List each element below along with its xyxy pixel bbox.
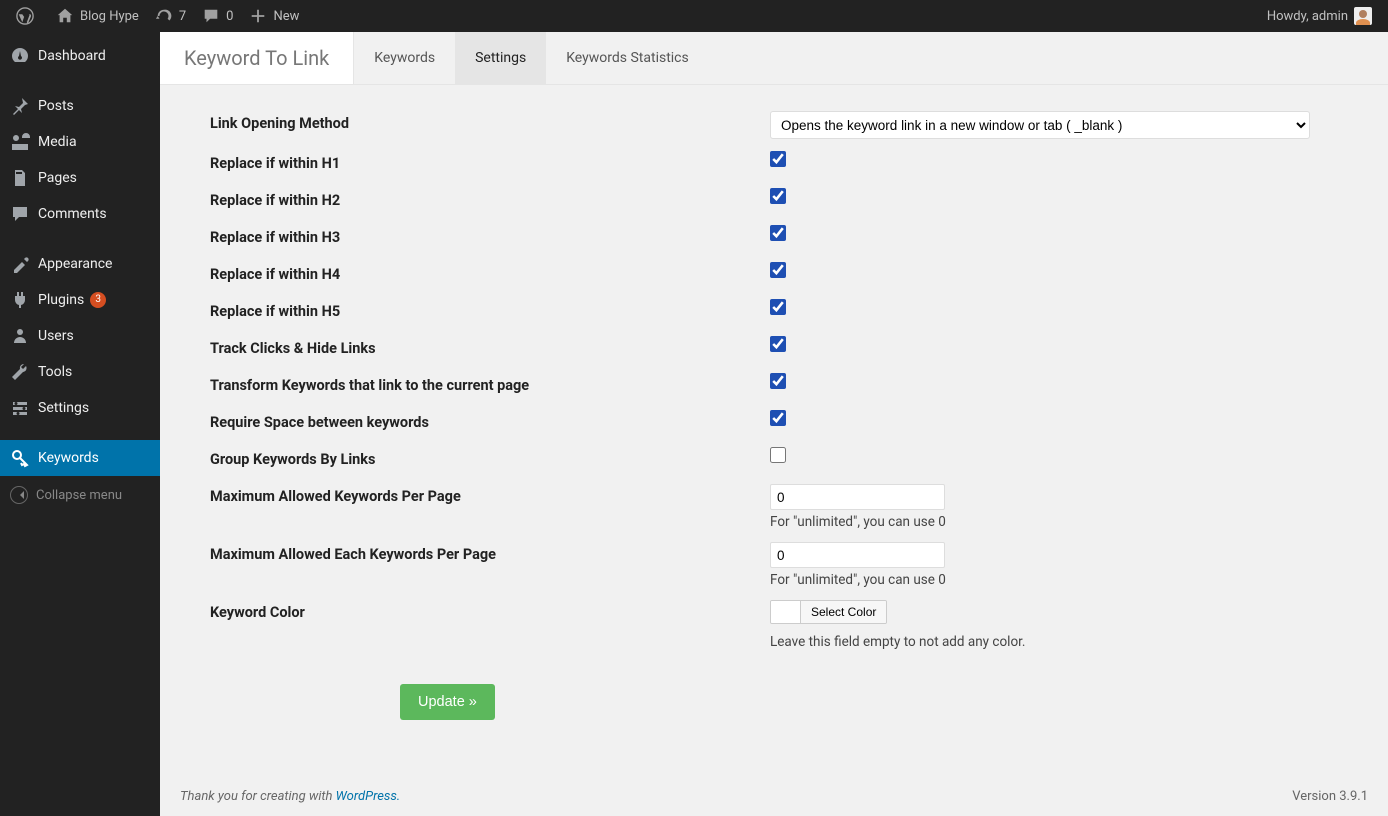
site-name-text: Blog Hype xyxy=(80,9,139,24)
color-desc: Leave this field empty to not add any co… xyxy=(770,634,1358,650)
track-label: Track Clicks & Hide Links xyxy=(210,330,770,367)
max-per-page-input[interactable] xyxy=(770,484,945,510)
new-label: New xyxy=(273,9,299,24)
wordpress-icon xyxy=(16,7,34,25)
h5-label: Replace if within H5 xyxy=(210,293,770,330)
page-header: Keyword To Link Keywords Settings Keywor… xyxy=(160,32,1388,85)
avatar xyxy=(1354,7,1372,25)
collapse-menu-button[interactable]: Collapse menu xyxy=(0,476,160,514)
menu-keywords[interactable]: Keywords xyxy=(0,440,160,476)
plus-icon xyxy=(249,7,267,25)
tab-keywords[interactable]: Keywords xyxy=(354,32,455,84)
site-name-menu[interactable]: Blog Hype xyxy=(48,0,147,32)
h5-checkbox[interactable] xyxy=(770,299,786,315)
admin-toolbar: Blog Hype 7 0 New Howdy, admin xyxy=(0,0,1388,32)
update-icon xyxy=(155,7,173,25)
comments-count: 0 xyxy=(226,9,233,24)
key-icon xyxy=(10,448,30,468)
h2-checkbox[interactable] xyxy=(770,188,786,204)
max-per-page-desc: For "unlimited", you can use 0 xyxy=(770,514,1358,530)
menu-dashboard[interactable]: Dashboard xyxy=(0,38,160,74)
tab-statistics[interactable]: Keywords Statistics xyxy=(546,32,709,84)
tab-settings[interactable]: Settings xyxy=(455,32,546,84)
wp-logo-menu[interactable] xyxy=(8,0,48,32)
plugins-badge: 3 xyxy=(90,292,106,308)
h1-checkbox[interactable] xyxy=(770,151,786,167)
menu-users[interactable]: Users xyxy=(0,318,160,354)
page-icon xyxy=(10,168,30,188)
comments-icon xyxy=(10,204,30,224)
h4-label: Replace if within H4 xyxy=(210,256,770,293)
h2-label: Replace if within H2 xyxy=(210,182,770,219)
group-checkbox[interactable] xyxy=(770,447,786,463)
menu-label: Tools xyxy=(38,364,72,380)
space-checkbox[interactable] xyxy=(770,410,786,426)
menu-label: Media xyxy=(38,134,77,150)
h3-checkbox[interactable] xyxy=(770,225,786,241)
dashboard-icon xyxy=(10,46,30,66)
settings-form: Link Opening Method Opens the keyword li… xyxy=(210,105,1358,656)
tools-icon xyxy=(10,362,30,382)
menu-label: Posts xyxy=(38,98,74,114)
color-swatch xyxy=(771,601,801,623)
home-icon xyxy=(56,7,74,25)
menu-posts[interactable]: Posts xyxy=(0,88,160,124)
color-label: Keyword Color xyxy=(210,594,770,656)
select-color-button[interactable]: Select Color xyxy=(801,601,886,623)
group-label: Group Keywords By Links xyxy=(210,441,770,478)
howdy-text: Howdy, admin xyxy=(1267,9,1348,24)
h3-label: Replace if within H3 xyxy=(210,219,770,256)
page-title: Keyword To Link xyxy=(160,32,354,84)
comment-icon xyxy=(202,7,220,25)
menu-appearance[interactable]: Appearance xyxy=(0,246,160,282)
max-each-desc: For "unlimited", you can use 0 xyxy=(770,572,1358,588)
menu-settings[interactable]: Settings xyxy=(0,390,160,426)
transform-checkbox[interactable] xyxy=(770,373,786,389)
footer-wordpress-link[interactable]: WordPress. xyxy=(336,789,401,804)
max-per-page-label: Maximum Allowed Keywords Per Page xyxy=(210,478,770,536)
menu-pages[interactable]: Pages xyxy=(0,160,160,196)
menu-label: Plugins xyxy=(38,292,84,308)
max-each-input[interactable] xyxy=(770,542,945,568)
menu-label: Settings xyxy=(38,400,89,416)
max-each-label: Maximum Allowed Each Keywords Per Page xyxy=(210,536,770,594)
link-method-label: Link Opening Method xyxy=(210,105,770,145)
comments-menu[interactable]: 0 xyxy=(194,0,241,32)
footer-version: Version 3.9.1 xyxy=(1292,789,1368,804)
space-label: Require Space between keywords xyxy=(210,404,770,441)
menu-label: Comments xyxy=(38,206,107,222)
updates-menu[interactable]: 7 xyxy=(147,0,194,32)
collapse-label: Collapse menu xyxy=(36,488,122,503)
menu-label: Pages xyxy=(38,170,77,186)
pin-icon xyxy=(10,96,30,116)
header-tabs: Keywords Settings Keywords Statistics xyxy=(354,32,708,84)
new-content-menu[interactable]: New xyxy=(241,0,307,32)
color-picker[interactable]: Select Color xyxy=(770,600,887,624)
menu-label: Users xyxy=(38,328,74,344)
collapse-icon xyxy=(10,486,28,504)
menu-label: Dashboard xyxy=(38,48,106,64)
updates-count: 7 xyxy=(179,9,186,24)
menu-media[interactable]: Media xyxy=(0,124,160,160)
track-checkbox[interactable] xyxy=(770,336,786,352)
media-icon xyxy=(10,132,30,152)
update-button[interactable]: Update » xyxy=(400,684,495,720)
transform-label: Transform Keywords that link to the curr… xyxy=(210,367,770,404)
admin-menu: Dashboard Posts Media Pages Comments App… xyxy=(0,32,160,816)
link-method-select[interactable]: Opens the keyword link in a new window o… xyxy=(770,111,1310,139)
admin-footer: Thank you for creating with WordPress. V… xyxy=(160,777,1388,816)
menu-label: Appearance xyxy=(38,256,112,272)
h4-checkbox[interactable] xyxy=(770,262,786,278)
h1-label: Replace if within H1 xyxy=(210,145,770,182)
users-icon xyxy=(10,326,30,346)
my-account-menu[interactable]: Howdy, admin xyxy=(1259,0,1380,32)
appearance-icon xyxy=(10,254,30,274)
menu-label: Keywords xyxy=(38,450,99,466)
menu-tools[interactable]: Tools xyxy=(0,354,160,390)
menu-plugins[interactable]: Plugins 3 xyxy=(0,282,160,318)
footer-thank-prefix: Thank you for creating with xyxy=(180,789,336,804)
plugin-icon xyxy=(10,290,30,310)
menu-comments[interactable]: Comments xyxy=(0,196,160,232)
settings-icon xyxy=(10,398,30,418)
